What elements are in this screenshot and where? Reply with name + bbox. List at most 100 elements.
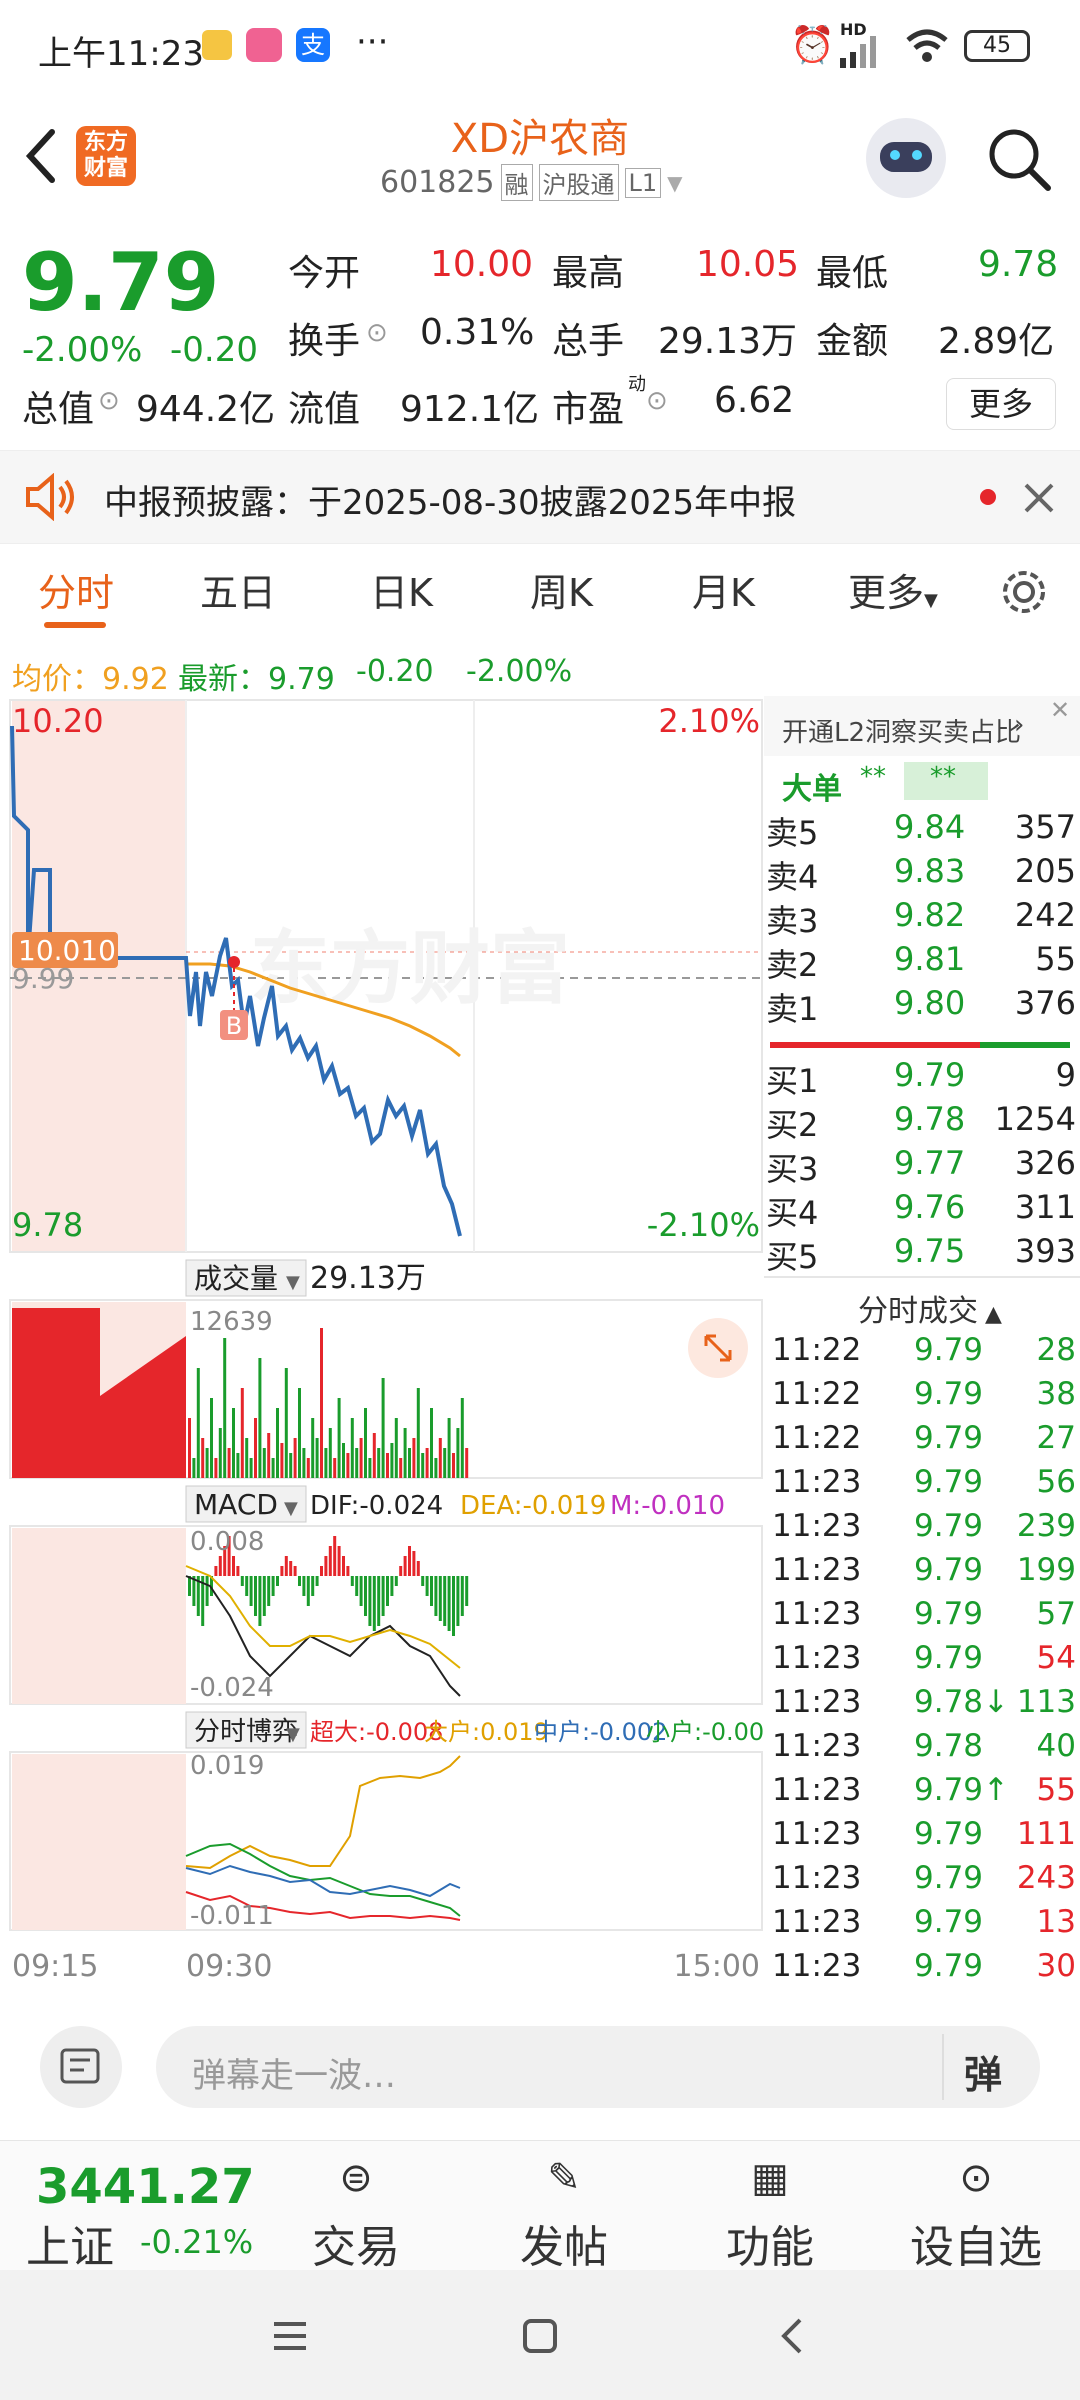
macd-bar bbox=[333, 1536, 337, 1576]
volume-bar bbox=[210, 1398, 213, 1478]
macd-bar bbox=[359, 1576, 363, 1606]
vol-value: 29.13万 bbox=[310, 1261, 426, 1296]
close-icon[interactable]: ✕ bbox=[1050, 696, 1070, 724]
tab-more[interactable]: 更多▼ bbox=[848, 562, 938, 617]
volume-bar bbox=[447, 1418, 451, 1478]
trade-price: 9.79 bbox=[914, 1508, 984, 1544]
macd-bar bbox=[346, 1566, 350, 1576]
chart-svg: 东方财富 B 10.010 9.99 10.20 9.78 2.10% -2.1… bbox=[9, 699, 764, 1984]
notice-bar[interactable]: 中报预披露：于2025-08-30披露2025年中报 bbox=[0, 450, 1080, 544]
info-icon[interactable]: ⊙ bbox=[98, 386, 120, 416]
turnover-value: 0.31% bbox=[420, 312, 535, 353]
stock-code-row: 601825 融 沪股通 L1 ▼ bbox=[380, 164, 683, 201]
amount-value: 2.89亿 bbox=[938, 321, 1055, 362]
ask-row[interactable]: 卖3 9.82 242 bbox=[764, 896, 1080, 940]
home-icon[interactable] bbox=[522, 2318, 558, 2354]
back-nav-icon[interactable] bbox=[776, 2316, 806, 2356]
ask-label: 卖1 bbox=[766, 990, 819, 1028]
macd-bar bbox=[394, 1576, 398, 1586]
bid-price: 9.77 bbox=[894, 1144, 966, 1182]
bilibili-icon bbox=[246, 28, 282, 62]
macd-bar bbox=[430, 1576, 433, 1606]
intraday-chart[interactable]: 东方财富 B 10.010 9.99 10.20 9.78 2.10% -2.1… bbox=[0, 696, 764, 1996]
bid-row[interactable]: 买3 9.77 326 bbox=[764, 1144, 1080, 1188]
trade-row: 11:23 9.79 54 bbox=[764, 1640, 1080, 1684]
assistant-avatar[interactable] bbox=[866, 118, 946, 198]
ask-row[interactable]: 卖2 9.81 55 bbox=[764, 940, 1080, 984]
nav-post[interactable]: ✎ 发帖 bbox=[494, 2155, 634, 2275]
ask-volume: 55 bbox=[1035, 940, 1076, 978]
ask-row[interactable]: 卖1 9.80 376 bbox=[764, 984, 1080, 1028]
pct-axis-bottom: -2.10% bbox=[647, 1206, 760, 1244]
battery-icon: 45 bbox=[964, 30, 1030, 62]
tab-monthly[interactable]: 月K bbox=[692, 562, 755, 617]
comment-list-icon[interactable] bbox=[40, 2026, 122, 2108]
y-axis-bottom: 9.78 bbox=[12, 1206, 83, 1244]
tab-intraday[interactable]: 分时 bbox=[38, 562, 114, 617]
danmu-input[interactable]: 弹幕走一波… 弹 bbox=[156, 2026, 1040, 2108]
info-icon[interactable]: ⊙ bbox=[366, 318, 388, 348]
unread-dot bbox=[980, 489, 996, 505]
macd-bar bbox=[377, 1576, 381, 1626]
volume-bar bbox=[438, 1438, 442, 1478]
bid-row[interactable]: 买2 9.78 1254 bbox=[764, 1100, 1080, 1144]
volume-bar bbox=[364, 1408, 367, 1478]
more-button[interactable]: 更多 bbox=[946, 378, 1056, 430]
ask-price: 9.82 bbox=[894, 896, 966, 934]
trade-price: 9.79↑ bbox=[914, 1772, 1009, 1808]
volume-bar bbox=[443, 1448, 447, 1478]
macd-bar bbox=[425, 1576, 429, 1596]
bid-volume: 326 bbox=[1014, 1144, 1076, 1182]
macd-bar bbox=[245, 1576, 249, 1596]
vol-selector[interactable]: 成交量 bbox=[194, 1262, 278, 1295]
m-value: M:-0.010 bbox=[610, 1491, 725, 1521]
bid-row[interactable]: 买5 9.75 393 bbox=[764, 1232, 1080, 1276]
trade-price: 9.79 bbox=[914, 1904, 984, 1940]
menu-icon[interactable] bbox=[272, 2320, 308, 2352]
danmu-toggle[interactable]: 弹 bbox=[964, 2044, 1002, 2099]
change-pct: -2.00% bbox=[22, 330, 143, 370]
nav-trade[interactable]: ⊜ 交易 bbox=[286, 2155, 426, 2275]
index-ticker[interactable]: 3441.27 上证 -0.21% bbox=[0, 2141, 270, 2273]
volume-bar bbox=[254, 1418, 257, 1478]
ask-row[interactable]: 卖5 9.84 357 bbox=[764, 808, 1080, 852]
bid-row[interactable]: 买1 9.79 9 bbox=[764, 1056, 1080, 1100]
svg-text:B: B bbox=[226, 1012, 242, 1040]
pct-axis-top: 2.10% bbox=[658, 702, 760, 740]
macd-bar bbox=[460, 1576, 464, 1616]
macd-bar bbox=[350, 1576, 354, 1586]
l2-banner[interactable]: 开通L2洞察买卖占比 › ✕ bbox=[764, 696, 1080, 756]
trade-row: 11:23 9.79 111 bbox=[764, 1816, 1080, 1860]
nav-functions[interactable]: ▦ 功能 bbox=[700, 2155, 840, 2275]
tab-daily[interactable]: 日K bbox=[370, 562, 433, 617]
macd-bar bbox=[262, 1576, 266, 1616]
dropdown-icon[interactable]: ▼ bbox=[667, 171, 682, 195]
fund-selector[interactable]: 分时博弈 bbox=[194, 1717, 298, 1747]
volume-bar bbox=[465, 1448, 469, 1478]
tab-weekly[interactable]: 周K bbox=[530, 562, 593, 617]
nav-add-watchlist[interactable]: ⊙ 设自选 bbox=[906, 2155, 1046, 2275]
volume-bar bbox=[430, 1408, 433, 1478]
trade-price: 9.79 bbox=[914, 1332, 984, 1368]
order-book-panel: 开通L2洞察买卖占比 › ✕ 大单 ** ** 卖5 9.84 357 卖4 9.83 2… bbox=[764, 696, 1080, 1996]
info-icon[interactable]: ⊙ bbox=[646, 386, 668, 416]
tab-5day[interactable]: 五日 bbox=[200, 562, 276, 617]
settings-icon[interactable] bbox=[998, 566, 1050, 618]
index-change: -0.21% bbox=[140, 2223, 254, 2261]
trades-header[interactable]: 分时成交 ▲ bbox=[858, 1286, 1002, 1330]
stock-header: 东方 财富 XD沪农商 601825 融 沪股通 L1 ▼ bbox=[0, 96, 1080, 220]
trade-volume: 56 bbox=[1036, 1464, 1076, 1500]
ask-row[interactable]: 卖4 9.83 205 bbox=[764, 852, 1080, 896]
macd-bar bbox=[311, 1576, 315, 1596]
close-icon[interactable] bbox=[1022, 481, 1056, 515]
macd-bar bbox=[416, 1561, 420, 1576]
macd-bar bbox=[293, 1566, 297, 1576]
back-icon[interactable] bbox=[20, 126, 60, 186]
bid-row[interactable]: 买4 9.76 311 bbox=[764, 1188, 1080, 1232]
volume-bar bbox=[306, 1458, 310, 1478]
macd-selector[interactable]: MACD bbox=[194, 1488, 278, 1521]
turnover-label: 换手 bbox=[288, 321, 361, 362]
volume-bar bbox=[377, 1448, 381, 1478]
search-icon[interactable] bbox=[984, 124, 1054, 194]
change-value: -0.20 bbox=[170, 330, 258, 370]
